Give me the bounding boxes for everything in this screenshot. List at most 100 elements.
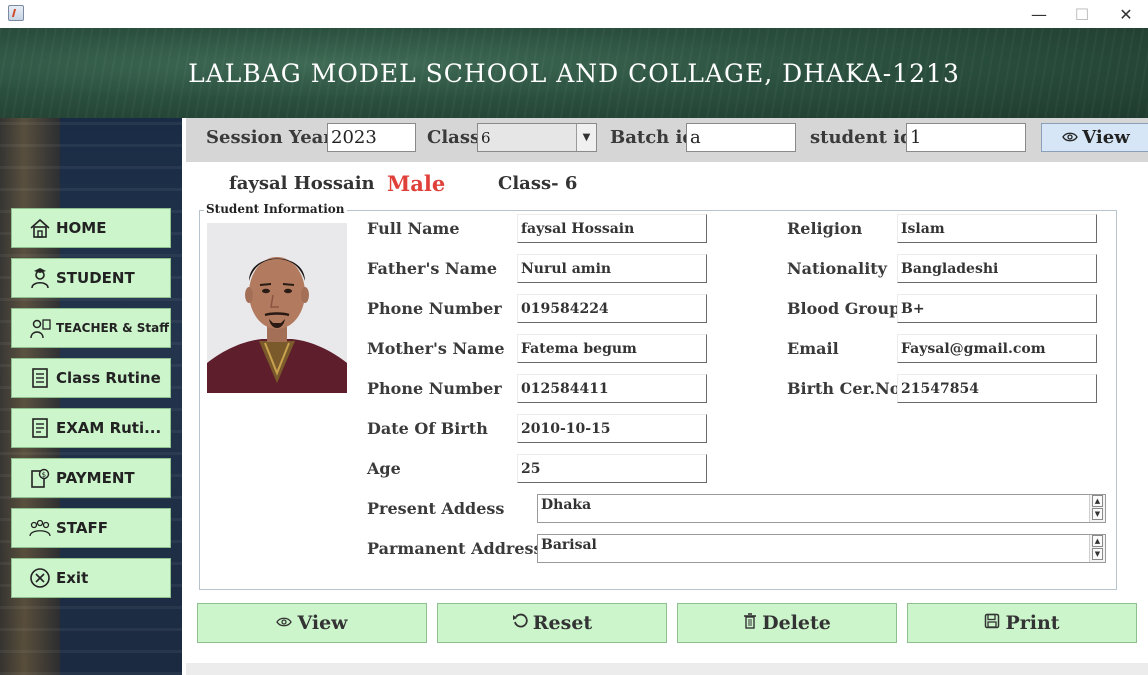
header-banner: LALBAG MODEL SCHOOL AND COLLAGE, DHAKA-1… [0, 28, 1148, 118]
print-button[interactable]: Print [907, 603, 1137, 643]
mother-phone-field[interactable]: 012584411 [517, 374, 707, 403]
religion-field[interactable]: Islam [897, 214, 1097, 243]
father-name-label: Father's Name [367, 259, 498, 278]
class-label: Class [427, 127, 481, 148]
mother-name-field[interactable]: Fatema begum [517, 334, 707, 363]
eye-icon [276, 614, 293, 632]
student-gender-summary: Male [387, 171, 446, 196]
search-view-label: View [1082, 127, 1130, 148]
session-year-input[interactable]: 2023 [327, 123, 416, 152]
religion-label: Religion [787, 219, 863, 238]
batch-id-input[interactable]: a [686, 123, 796, 152]
present-address-textarea[interactable]: Dhaka ▲ ▼ [537, 494, 1106, 523]
delete-button-label: Delete [762, 612, 831, 634]
print-button-label: Print [1005, 612, 1060, 634]
permanent-address-scrollbar[interactable]: ▲ ▼ [1089, 535, 1105, 562]
bottom-strip [186, 663, 1148, 675]
student-id-input[interactable]: 1 [906, 123, 1026, 152]
mother-name-label: Mother's Name [367, 339, 505, 358]
exit-icon [28, 566, 52, 590]
sidebar-item-label: EXAM Ruti... [56, 419, 162, 437]
minimize-button[interactable]: — [1016, 0, 1062, 28]
exam-icon [28, 416, 52, 440]
permanent-address-value: Barisal [541, 537, 597, 553]
student-class-summary: Class- 6 [498, 173, 578, 194]
sidebar-item-class-rutine[interactable]: Class Rutine [11, 358, 171, 398]
svg-text:$: $ [42, 471, 46, 479]
sidebar-item-label: STUDENT [56, 269, 135, 287]
present-address-value: Dhaka [541, 497, 592, 513]
main-panel: Session Year 2023 Class 6 ▼ Batch id a s… [182, 118, 1148, 675]
scroll-up-icon[interactable]: ▲ [1092, 535, 1103, 547]
sidebar-item-label: Exit [56, 569, 89, 587]
birth-cert-field[interactable]: 21547854 [897, 374, 1097, 403]
student-icon [28, 266, 52, 290]
view-button[interactable]: View [197, 603, 427, 643]
sidebar-item-staff[interactable]: STAFF [11, 508, 171, 548]
class-select-value: 6 [481, 128, 491, 147]
sidebar-item-label: PAYMENT [56, 469, 135, 487]
phone-number-field[interactable]: 019584224 [517, 294, 707, 323]
nationality-field[interactable]: Bangladeshi [897, 254, 1097, 283]
phone-number-label: Phone Number [367, 299, 502, 318]
reset-button-label: Reset [532, 612, 593, 634]
date-of-birth-label: Date Of Birth [367, 419, 488, 438]
trash-icon [743, 613, 757, 633]
student-photo [207, 223, 347, 393]
schedule-icon [28, 366, 52, 390]
student-id-label: student id [810, 127, 913, 148]
nationality-label: Nationality [787, 259, 887, 278]
sidebar-item-payment[interactable]: $ PAYMENT [11, 458, 171, 498]
father-name-field[interactable]: Nurul amin [517, 254, 707, 283]
present-address-label: Present Addess [367, 499, 505, 518]
maximize-button[interactable]: ☐ [1059, 0, 1105, 28]
close-button[interactable]: ✕ [1103, 0, 1148, 28]
scroll-up-icon[interactable]: ▲ [1092, 495, 1103, 507]
search-bar: Session Year 2023 Class 6 ▼ Batch id a s… [186, 118, 1148, 162]
staff-icon [28, 516, 52, 540]
java-app-icon [8, 5, 24, 21]
blood-group-label: Blood Group [787, 299, 901, 318]
search-view-button[interactable]: View [1041, 123, 1148, 152]
session-year-label: Session Year [206, 127, 333, 148]
student-name-summary: faysal Hossain [229, 173, 375, 194]
class-select[interactable]: 6 ▼ [477, 123, 597, 152]
batch-id-label: Batch id [610, 127, 695, 148]
save-icon [984, 613, 1000, 633]
teacher-icon [28, 316, 52, 340]
email-field[interactable]: Faysal@gmail.com [897, 334, 1097, 363]
scroll-down-icon[interactable]: ▼ [1092, 548, 1103, 560]
mother-phone-label: Phone Number [367, 379, 502, 398]
eye-icon [1062, 127, 1079, 148]
age-field[interactable]: 25 [517, 454, 707, 483]
student-information-legend: Student Information [204, 202, 347, 216]
home-icon [28, 216, 52, 240]
reset-button[interactable]: Reset [437, 603, 667, 643]
date-of-birth-field[interactable]: 2010-10-15 [517, 414, 707, 443]
school-title: LALBAG MODEL SCHOOL AND COLLAGE, DHAKA-1… [188, 58, 960, 88]
view-button-label: View [297, 612, 348, 634]
sidebar-item-home[interactable]: HOME [11, 208, 171, 248]
present-address-scrollbar[interactable]: ▲ ▼ [1089, 495, 1105, 522]
payment-icon: $ [28, 466, 52, 490]
age-label: Age [367, 459, 401, 478]
full-name-field[interactable]: faysal Hossain [517, 214, 707, 243]
sidebar-item-label: TEACHER & Staff [56, 321, 169, 335]
window-titlebar: — ☐ ✕ [0, 0, 1148, 28]
sidebar-item-label: Class Rutine [56, 369, 161, 387]
scroll-down-icon[interactable]: ▼ [1092, 508, 1103, 520]
permanent-address-label: Parmanent Address [367, 539, 543, 558]
reset-icon [512, 613, 528, 633]
sidebar-item-exam-rutine[interactable]: EXAM Ruti... [11, 408, 171, 448]
chevron-down-icon[interactable]: ▼ [576, 124, 596, 151]
sidebar-item-student[interactable]: STUDENT [11, 258, 171, 298]
sidebar-item-exit[interactable]: Exit [11, 558, 171, 598]
sidebar-item-label: HOME [56, 219, 107, 237]
sidebar: HOME STUDENT TEACHER & Staff Class Rutin… [0, 118, 182, 675]
sidebar-item-label: STAFF [56, 519, 108, 537]
delete-button[interactable]: Delete [677, 603, 897, 643]
blood-group-field[interactable]: B+ [897, 294, 1097, 323]
birth-cert-label: Birth Cer.No [787, 379, 901, 398]
permanent-address-textarea[interactable]: Barisal ▲ ▼ [537, 534, 1106, 563]
sidebar-item-teacher[interactable]: TEACHER & Staff [11, 308, 171, 348]
